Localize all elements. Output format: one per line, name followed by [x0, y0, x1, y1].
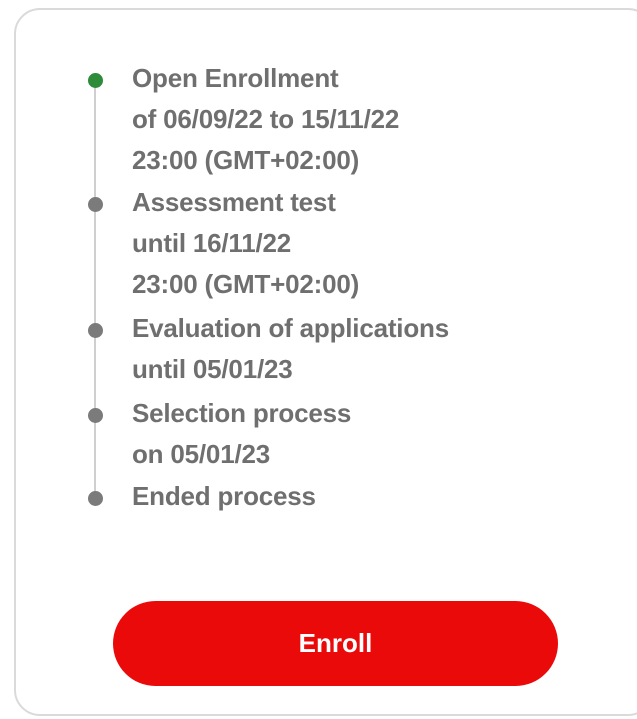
pending-status-dot-icon: [88, 197, 103, 212]
step-title: Open Enrollment: [132, 63, 339, 93]
pending-status-dot-icon: [88, 408, 103, 423]
process-card: Open Enrollment of 06/09/22 to 15/11/22 …: [14, 8, 637, 716]
step-time: 23:00 (GMT+02:00): [132, 269, 360, 299]
step-date-range: of 06/09/22 to 15/11/22: [132, 104, 400, 134]
step-title: Evaluation of applications: [132, 313, 449, 343]
step-title: Ended process: [132, 481, 316, 511]
step-deadline: until 16/11/22: [132, 228, 292, 258]
step-title: Assessment test: [132, 187, 336, 217]
step-title: Selection process: [132, 398, 352, 428]
pending-status-dot-icon: [88, 323, 103, 338]
active-status-dot-icon: [88, 73, 103, 88]
step-deadline: until 05/01/23: [132, 354, 293, 384]
pending-status-dot-icon: [88, 491, 103, 506]
enroll-button[interactable]: Enroll: [113, 601, 558, 686]
step-time: 23:00 (GMT+02:00): [132, 145, 360, 175]
timeline-connector-line: [94, 75, 96, 505]
step-date: on 05/01/23: [132, 439, 270, 469]
